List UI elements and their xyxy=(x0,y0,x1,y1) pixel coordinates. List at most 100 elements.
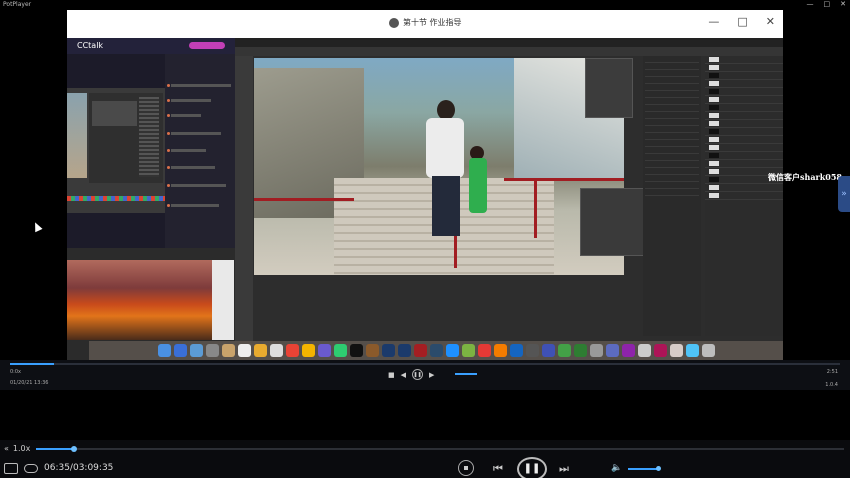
watermark-text: 微信客户shark058 xyxy=(768,172,842,182)
chat-avatar xyxy=(167,149,170,152)
desktop-wallpaper xyxy=(67,260,212,340)
dock-app-icon xyxy=(557,344,571,357)
maximize-icon[interactable]: □ xyxy=(824,0,831,8)
window-controls: — □ ✕ xyxy=(807,0,847,8)
dock-app-icon xyxy=(413,344,427,357)
seek-bar[interactable] xyxy=(36,446,844,452)
chat-column xyxy=(165,54,235,248)
dock-app-icon xyxy=(237,344,251,357)
dock-app-icon xyxy=(525,344,539,357)
chat-avatar xyxy=(167,99,170,102)
pause-button[interactable]: ❚❚ xyxy=(517,457,547,478)
dock-app-icon xyxy=(285,344,299,357)
recorded-volume xyxy=(455,373,477,375)
dock-app-icon xyxy=(189,344,203,357)
recorded-version: 1.0.4 xyxy=(825,382,838,388)
stop-button[interactable] xyxy=(458,460,474,476)
dock-app-icon xyxy=(333,344,347,357)
photo-girl xyxy=(469,158,487,213)
lecture-title-text: 第十节 作业指导 xyxy=(403,18,462,27)
dock-app-icon xyxy=(381,344,395,357)
seek-bar-fill xyxy=(36,448,74,450)
photoshop-options-bar xyxy=(235,47,783,56)
lecture-title: 第十节 作业指导 xyxy=(389,17,462,28)
folder-icon[interactable] xyxy=(4,463,18,474)
photoshop-properties-panel xyxy=(585,58,633,118)
speed-control[interactable]: « 1.0x xyxy=(4,444,30,453)
dock-app-icon xyxy=(365,344,379,357)
dock-app-icon xyxy=(637,344,651,357)
desktop-strip xyxy=(212,260,234,340)
close-icon[interactable]: ✕ xyxy=(840,0,846,8)
lecture-window-controls: — □ ✕ xyxy=(708,15,775,28)
photoshop-menubar xyxy=(235,38,783,47)
app-title: PotPlayer xyxy=(3,1,32,8)
shared-screen-photoshop xyxy=(89,93,163,183)
chat-message xyxy=(171,132,221,135)
chat-avatar xyxy=(167,132,170,135)
recorded-play-icon: ❚❚ xyxy=(412,369,424,380)
photo-man-head xyxy=(437,100,455,120)
recorded-stop-icon: ■ xyxy=(388,370,395,379)
dock-app-icon xyxy=(605,344,619,357)
photoshop-dialog xyxy=(580,188,650,256)
chat-avatar xyxy=(167,184,170,187)
title-bar: PotPlayer — □ ✕ xyxy=(0,0,850,10)
lecture-window: 第十节 作业指导 — □ ✕ CCtalk xyxy=(67,10,783,360)
photoshop-history-panel xyxy=(643,56,701,336)
chat-message xyxy=(171,166,215,169)
seek-bar-knob[interactable] xyxy=(70,446,77,452)
shared-screen-layers xyxy=(139,97,159,177)
cctalk-header: CCtalk xyxy=(67,38,235,54)
chevrons-left-icon[interactable]: « xyxy=(4,444,9,453)
recorded-player-controls: 0:0x 2:51 01/20/21 13:36 1.0.4 ■ ◀ ❚❚ ▶ xyxy=(0,360,850,390)
mouse-cursor-icon xyxy=(31,220,43,233)
timecode: 06:35/03:09:35 xyxy=(44,463,114,473)
recorded-time-right: 2:51 xyxy=(826,369,838,375)
photo-man-body xyxy=(426,118,464,178)
dock-app-icon xyxy=(221,344,235,357)
volume-icon[interactable]: 🔈 xyxy=(611,463,622,473)
dock-app-icon xyxy=(653,344,667,357)
potplayer-app: PotPlayer — □ ✕ 第十节 作业指导 — □ ✕ CCtalk 微信… xyxy=(0,0,850,478)
dock-app-icon xyxy=(429,344,443,357)
dock-app-icon xyxy=(685,344,699,357)
dock-app-icon xyxy=(317,344,331,357)
dock-app-icon xyxy=(589,344,603,357)
shared-screen-photo xyxy=(67,93,87,178)
dock-app-icon xyxy=(173,344,187,357)
dock-app-icon xyxy=(493,344,507,357)
skip-forward-icon[interactable]: ⏭ xyxy=(559,462,569,476)
photoshop-toolbar xyxy=(235,56,253,341)
recorded-transport: ■ ◀ ❚❚ ▶ xyxy=(388,369,434,380)
loop-icon[interactable] xyxy=(24,464,38,473)
dock-app-icon xyxy=(621,344,635,357)
photo-railing xyxy=(534,178,537,238)
shared-screen-dialog xyxy=(92,101,137,126)
lecture-title-bar: 第十节 作业指导 — □ ✕ xyxy=(67,10,783,38)
dock-app-icon xyxy=(269,344,283,357)
speed-label[interactable]: 1.0x xyxy=(13,444,30,453)
recorded-next-icon: ▶ xyxy=(429,370,435,379)
volume-knob[interactable] xyxy=(656,466,661,471)
minimize-icon[interactable]: — xyxy=(807,0,814,8)
chat-avatar xyxy=(167,204,170,207)
photo-man-legs xyxy=(432,176,460,236)
photoshop-canvas-photo xyxy=(254,58,624,275)
dock-app-icon xyxy=(157,344,171,357)
recorded-date: 01/20/21 13:36 xyxy=(10,380,49,386)
shared-screen-thumbnail xyxy=(67,88,165,213)
recorded-prev-icon: ◀ xyxy=(400,370,407,379)
dock-app-icon xyxy=(477,344,491,357)
side-panel-toggle[interactable]: » xyxy=(838,176,850,212)
lecture-logo-icon xyxy=(389,17,399,28)
dock-trash-icon xyxy=(701,344,715,357)
lecture-maximize-icon: □ xyxy=(737,15,748,28)
skip-back-icon[interactable]: ⏮ xyxy=(493,462,503,476)
chat-message xyxy=(171,99,211,102)
photoshop-window xyxy=(235,38,783,341)
dock-app-icon xyxy=(541,344,555,357)
photo-railing xyxy=(254,198,354,201)
video-frame[interactable]: 第十节 作业指导 — □ ✕ CCtalk 微信客户shark058 » 0:0… xyxy=(0,10,850,440)
chat-avatar xyxy=(167,166,170,169)
